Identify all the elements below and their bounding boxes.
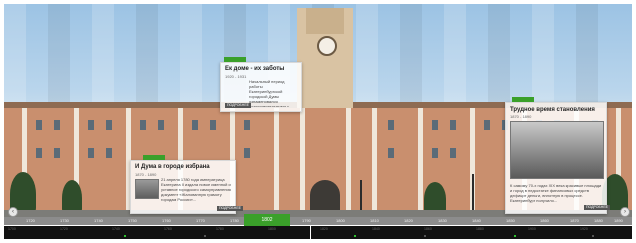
timeline-year[interactable]: 1810 <box>370 217 379 225</box>
timeline-bar[interactable]: 1720 1730 1740 1750 1760 1770 1780 1790 … <box>4 217 632 225</box>
more-button[interactable]: ПОДРОБНЕЕ <box>584 205 611 210</box>
track-label: 1920 <box>580 227 588 231</box>
timeline-year[interactable]: 1850 <box>506 217 515 225</box>
more-button[interactable]: ПОДРОБНЕЕ <box>217 206 244 211</box>
card-years: 1920 - 1931 <box>225 74 247 79</box>
track-label: 1760 <box>164 227 172 231</box>
category-tag <box>512 97 534 102</box>
card-years: 1870 - 1890 <box>135 172 157 177</box>
timeline-year[interactable]: 1870 <box>570 217 579 225</box>
track-label: 1840 <box>372 227 380 231</box>
clock-icon <box>317 36 337 56</box>
timeline-prev-button[interactable]: ‹ <box>8 207 18 217</box>
timeline-year[interactable]: 1720 <box>26 217 35 225</box>
track-label: 1860 <box>424 227 432 231</box>
track-label: 1720 <box>60 227 68 231</box>
timeline-next-button[interactable]: › <box>620 207 630 217</box>
active-year-label: 1802 <box>261 217 273 223</box>
timeline-year[interactable]: 1890 <box>614 217 623 225</box>
card-image <box>510 121 604 179</box>
timeline-year[interactable]: 1740 <box>94 217 103 225</box>
card-years: 1870 - 1890 <box>510 114 532 119</box>
timeline-overview-track[interactable]: 1700 1720 1740 1760 1780 1800 1820 1840 … <box>4 226 632 239</box>
timeline-year[interactable]: 1770 <box>196 217 205 225</box>
track-event-dot <box>592 235 594 237</box>
timeline-viewer: Ек доме - их заботы 1920 - 1931 Начальны… <box>0 0 636 243</box>
timeline-year[interactable]: 1790 <box>302 217 311 225</box>
card-title: Трудное время становления <box>510 107 595 113</box>
category-tag <box>143 155 165 160</box>
track-label: 1780 <box>216 227 224 231</box>
track-current-position[interactable] <box>310 226 311 239</box>
track-label: 1800 <box>268 227 276 231</box>
track-event-dot <box>424 235 426 237</box>
timeline-year[interactable]: 1880 <box>594 217 603 225</box>
track-event-dot <box>354 235 356 237</box>
event-card[interactable]: И Дума в городе избрана 1870 - 1890 21 а… <box>130 155 244 214</box>
timeline-year[interactable]: 1830 <box>438 217 447 225</box>
track-event-dot <box>514 235 516 237</box>
more-button[interactable]: ПОДРОБНЕЕ <box>225 103 252 108</box>
card-title: И Дума в городе избрана <box>135 164 210 170</box>
track-label: 1880 <box>476 227 484 231</box>
timeline-year[interactable]: 1860 <box>540 217 549 225</box>
track-event-dot <box>204 235 206 237</box>
active-year-marker[interactable]: 1802 <box>244 214 290 226</box>
timeline-year[interactable]: 1750 <box>128 217 137 225</box>
timeline-year[interactable]: 1840 <box>472 217 481 225</box>
track-label: 1900 <box>528 227 536 231</box>
card-title: Ек доме - их заботы <box>225 66 285 72</box>
timeline-year[interactable]: 1730 <box>60 217 69 225</box>
track-label: 1700 <box>8 227 16 231</box>
event-card[interactable]: Трудное время становления 1870 - 1890 К … <box>505 97 611 214</box>
category-tag <box>224 57 246 62</box>
track-event-dot <box>124 235 126 237</box>
card-text: К самому 70-х годах XIX века красивые пл… <box>510 183 602 203</box>
event-card[interactable]: Ек доме - их заботы 1920 - 1931 Начальны… <box>220 57 302 112</box>
card-text: 21 апреля 1780 года императрица Екатерин… <box>161 177 231 202</box>
timeline-year[interactable]: 1780 <box>230 217 239 225</box>
track-label: 1740 <box>112 227 120 231</box>
timeline-year[interactable]: 1800 <box>336 217 345 225</box>
card-text: Начальный период работы Екатеринбургской… <box>249 79 289 107</box>
timeline-year[interactable]: 1760 <box>162 217 171 225</box>
card-image <box>135 179 159 199</box>
timeline-year[interactable]: 1820 <box>404 217 413 225</box>
track-label: 1820 <box>320 227 328 231</box>
